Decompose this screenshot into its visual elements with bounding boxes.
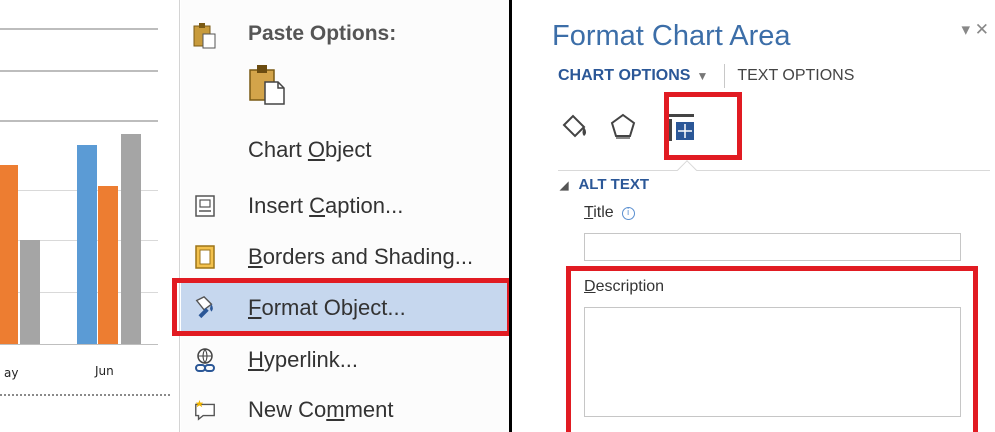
context-menu-screenshot: ay Jun Paste Options: Chart Object Inser… bbox=[0, 0, 512, 432]
borders-icon bbox=[193, 245, 217, 269]
chart-fragment[interactable]: ay Jun bbox=[0, 0, 180, 432]
menu-item-label: Hyperlink... bbox=[248, 347, 359, 372]
caption-icon bbox=[193, 194, 217, 218]
collapse-triangle-icon: ◢ bbox=[560, 180, 569, 192]
menu-item-label: New Comment bbox=[248, 397, 394, 422]
effects-icon[interactable] bbox=[606, 110, 640, 144]
chart-gridline bbox=[0, 28, 158, 30]
new-comment-icon bbox=[193, 398, 217, 422]
info-icon[interactable]: i bbox=[621, 207, 635, 220]
menu-item-insert-caption[interactable]: Insert Caption... bbox=[181, 180, 509, 232]
menu-item-label: Insert Caption... bbox=[248, 193, 404, 218]
hyperlink-icon bbox=[193, 348, 217, 372]
menu-item-borders-shading[interactable]: Borders and Shading... bbox=[181, 231, 509, 283]
chart-bar bbox=[20, 240, 40, 344]
format-pane-screenshot: Format Chart Area ▾ ✕ CHART OPTIONS ▼ TEX… bbox=[520, 0, 995, 432]
fill-line-icon[interactable] bbox=[558, 110, 592, 144]
selected-tab-notch bbox=[677, 160, 697, 180]
paste-icon bbox=[191, 22, 217, 55]
title-field[interactable] bbox=[584, 233, 961, 261]
section-alt-text[interactable]: ◢ ALT TEXT bbox=[560, 176, 649, 193]
paste-keep-formatting-icon[interactable] bbox=[247, 64, 287, 111]
menu-item-chart-object[interactable]: Chart Object bbox=[181, 124, 509, 176]
chart-bar bbox=[0, 165, 18, 344]
tab-chart-options[interactable]: CHART OPTIONS ▼ bbox=[558, 67, 708, 85]
pane-tabs: CHART OPTIONS ▼ TEXT OPTIONS bbox=[558, 64, 854, 88]
highlight-box-description bbox=[566, 266, 978, 432]
chart-gridline bbox=[0, 120, 158, 122]
menu-item-label: Borders and Shading... bbox=[248, 244, 474, 269]
highlight-box-format-object bbox=[172, 278, 509, 336]
title-label: Title i bbox=[584, 204, 635, 222]
highlight-box-size-properties bbox=[664, 92, 742, 160]
x-tick-label: ay bbox=[4, 366, 19, 380]
chart-border-dotted bbox=[0, 394, 170, 396]
menu-item-label: Chart Object bbox=[248, 137, 372, 162]
menu-item-hyperlink[interactable]: Hyperlink... bbox=[181, 334, 509, 386]
paste-options-label: Paste Options: bbox=[248, 22, 397, 45]
context-menu: Paste Options: Chart Object Insert Capti… bbox=[181, 0, 509, 432]
chart-x-axis bbox=[0, 344, 158, 345]
chart-gridline bbox=[0, 70, 158, 72]
chart-bar bbox=[98, 186, 118, 344]
pane-controls[interactable]: ▾ ✕ bbox=[961, 20, 989, 40]
tab-text-options[interactable]: TEXT OPTIONS bbox=[737, 67, 854, 85]
chart-bar bbox=[121, 134, 141, 344]
x-tick-label: Jun bbox=[95, 364, 114, 378]
pane-divider bbox=[558, 170, 990, 171]
tab-divider bbox=[724, 64, 726, 88]
pane-title: Format Chart Area bbox=[552, 20, 791, 52]
menu-item-new-comment[interactable]: New Comment bbox=[181, 384, 509, 432]
chart-bar bbox=[77, 145, 97, 344]
chevron-down-icon[interactable]: ▼ bbox=[696, 69, 708, 83]
